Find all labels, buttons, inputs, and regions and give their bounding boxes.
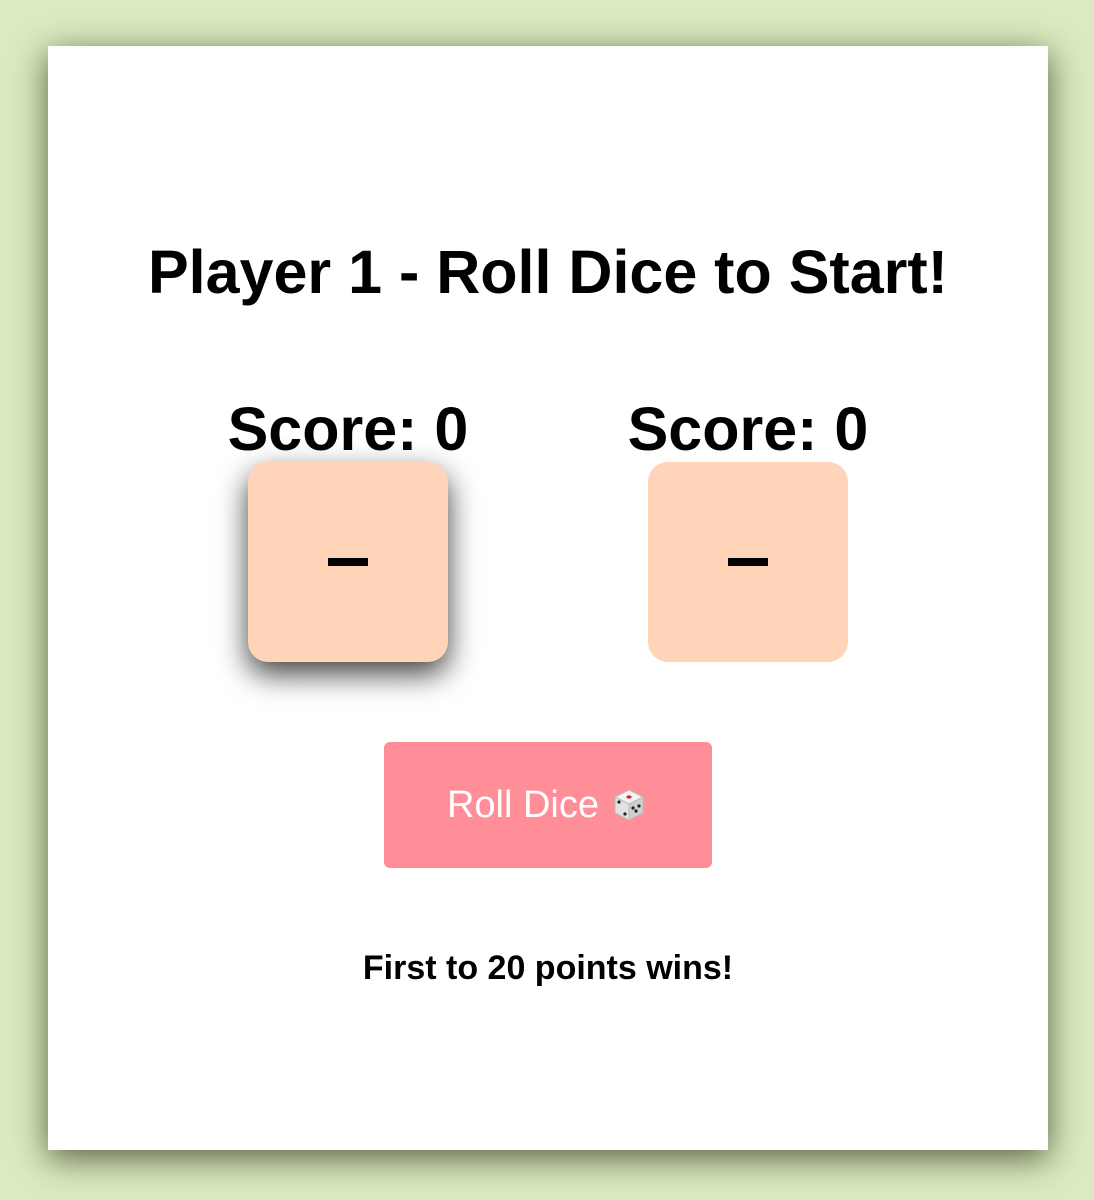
win-rule-text: First to 20 points wins!: [362, 949, 734, 987]
roll-dice-button-label: Roll Dice: [446, 783, 600, 826]
player-2-die-value: [728, 558, 768, 566]
roll-dice-button[interactable]: Roll Dice: [384, 742, 712, 868]
dice-icon: [609, 785, 649, 825]
game-card: Player 1 - Roll Dice to Start! Score: 0 …: [48, 46, 1048, 1150]
player-1-die: [248, 462, 448, 662]
player-1-score: Score: 0: [227, 395, 469, 463]
player-1-die-value: [328, 558, 368, 566]
status-title: Player 1 - Roll Dice to Start!: [148, 238, 948, 306]
player-2-score: Score: 0: [627, 395, 869, 463]
player-2-die: [648, 462, 848, 662]
